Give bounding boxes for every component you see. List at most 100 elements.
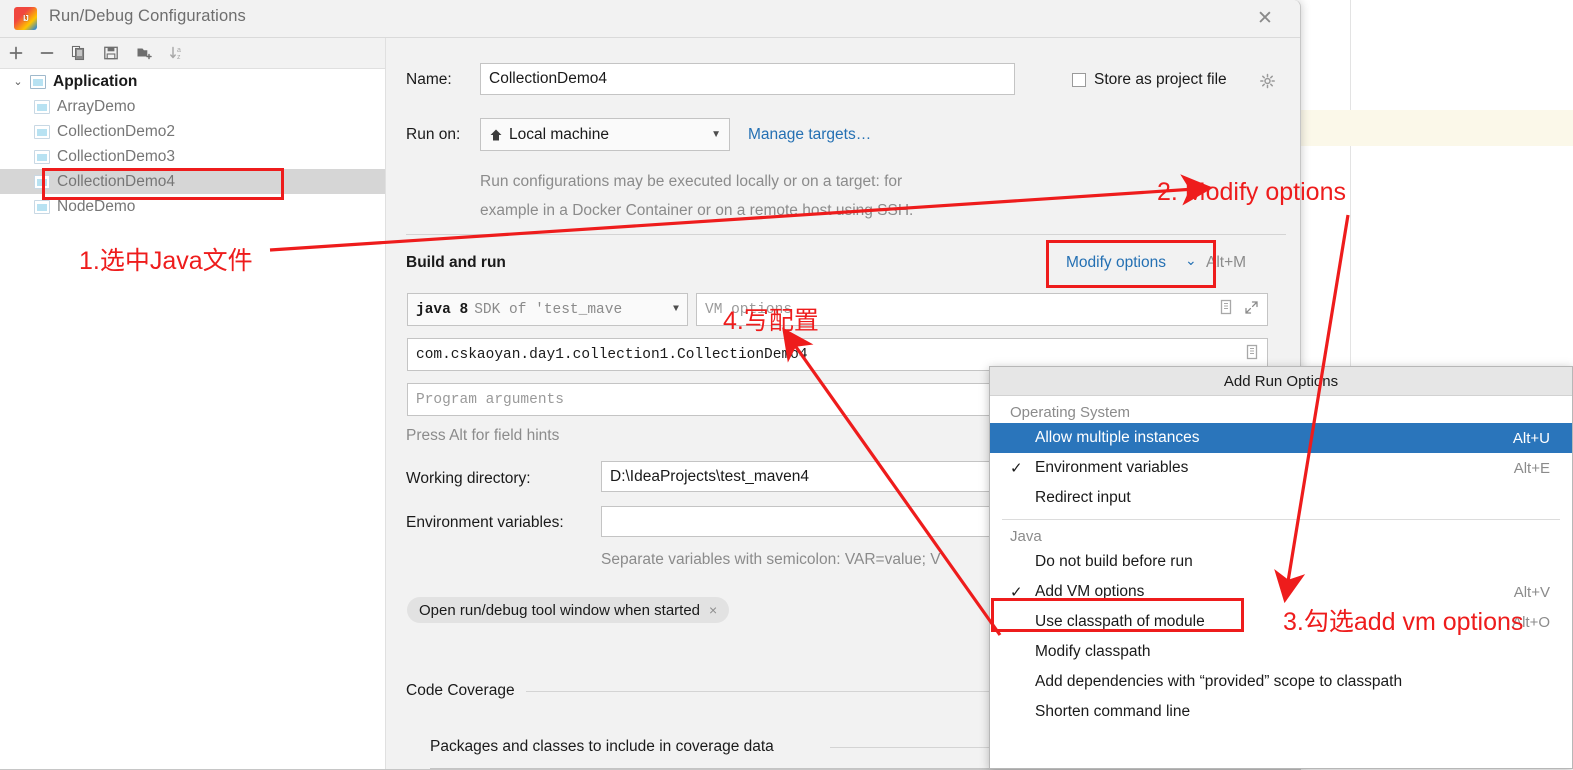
- menu-item-label: Do not build before run: [1035, 553, 1193, 570]
- environment-variables-hint: Separate variables with semicolon: VAR=v…: [601, 551, 941, 568]
- environment-variables-label: Environment variables:: [406, 514, 564, 531]
- modify-options-link[interactable]: Modify options: [1066, 254, 1166, 272]
- tree-item-label: NodeDemo: [57, 197, 136, 215]
- run-config-icon: [34, 99, 50, 114]
- application-icon: [30, 74, 46, 89]
- menu-item-environment-variables[interactable]: ✓ Environment variables Alt+E: [990, 453, 1572, 483]
- add-configuration-button[interactable]: [2, 38, 30, 68]
- menu-item-label: Modify classpath: [1035, 643, 1151, 660]
- menu-item-shorten-command-line[interactable]: Shorten command line: [990, 697, 1572, 727]
- code-coverage-header: Code Coverage: [406, 682, 515, 699]
- chevron-down-icon[interactable]: ⌄: [1185, 252, 1197, 269]
- menu-item-redirect-input[interactable]: Redirect input: [990, 483, 1572, 513]
- coverage-subheader: Packages and classes to include in cover…: [430, 738, 774, 755]
- jre-version: java 8: [416, 301, 469, 318]
- intellij-logo-icon: IJ: [14, 7, 37, 30]
- run-on-dropdown[interactable]: Local machine ▼: [480, 118, 730, 151]
- tree-group-application[interactable]: ⌄ Application: [0, 69, 385, 94]
- menu-item-add-vm-options[interactable]: ✓ Add VM options Alt+V: [990, 577, 1572, 607]
- run-config-icon: [34, 174, 50, 189]
- menu-item-modify-classpath[interactable]: Modify classpath: [990, 637, 1572, 667]
- svg-text:z: z: [177, 54, 181, 61]
- run-config-icon: [34, 199, 50, 214]
- chevron-down-icon[interactable]: ▼: [673, 304, 679, 315]
- intellij-logo-text: IJ: [23, 14, 29, 23]
- menu-item-label: Redirect input: [1035, 489, 1131, 506]
- save-configuration-button[interactable]: [97, 38, 125, 68]
- macro-icon[interactable]: [1245, 344, 1259, 365]
- program-arguments-placeholder: Program arguments: [416, 391, 564, 408]
- jre-dropdown[interactable]: java 8 SDK of 'test_mave ▼: [407, 293, 688, 326]
- configurations-tree[interactable]: ⌄ Application ArrayDemo CollectionDemo2 …: [0, 69, 385, 769]
- add-run-options-popup: Add Run Options Operating System Allow m…: [989, 366, 1573, 769]
- home-icon: [489, 128, 503, 142]
- dialog-title: Run/Debug Configurations: [49, 7, 246, 25]
- tree-item-arraydemo[interactable]: ArrayDemo: [0, 94, 385, 119]
- menu-item-allow-multiple-instances[interactable]: Allow multiple instances Alt+U: [990, 423, 1572, 453]
- check-icon: ✓: [1010, 460, 1023, 477]
- configurations-toolbar: a z: [0, 38, 385, 69]
- macro-icon[interactable]: [1219, 299, 1233, 320]
- build-and-run-header: Build and run: [406, 254, 506, 271]
- working-directory-label: Working directory:: [406, 470, 531, 487]
- popup-group-java: Java: [1010, 528, 1042, 545]
- tree-item-collectiondemo2[interactable]: CollectionDemo2: [0, 119, 385, 144]
- sort-alpha-icon[interactable]: a z: [163, 38, 191, 68]
- manage-targets-link[interactable]: Manage targets…: [748, 126, 871, 144]
- configurations-panel: a z ⌄ Application ArrayDemo CollectionDe…: [0, 38, 385, 769]
- name-label: Name:: [406, 71, 452, 88]
- menu-item-label: Allow multiple instances: [1035, 429, 1200, 446]
- popup-title: Add Run Options: [990, 367, 1572, 396]
- menu-item-shortcut: Alt+U: [1512, 429, 1550, 447]
- tree-item-collectiondemo4[interactable]: CollectionDemo4: [0, 169, 385, 194]
- field-hints-text: Press Alt for field hints: [406, 427, 560, 444]
- store-as-project-file-label: Store as project file: [1094, 71, 1227, 88]
- dialog-title-bar: IJ Run/Debug Configurations ✕: [0, 0, 1300, 38]
- menu-item-shortcut: Alt+O: [1512, 613, 1550, 631]
- expand-icon[interactable]: [1244, 300, 1259, 320]
- tree-group-label: Application: [53, 72, 138, 90]
- tree-item-label: CollectionDemo4: [57, 172, 176, 190]
- vm-options-placeholder: VM options: [705, 301, 793, 318]
- tree-item-nodedemo[interactable]: NodeDemo: [0, 194, 385, 219]
- menu-item-shortcut: Alt+V: [1513, 583, 1550, 601]
- tree-item-label: CollectionDemo3: [57, 147, 176, 165]
- tree-item-collectiondemo3[interactable]: CollectionDemo3: [0, 144, 385, 169]
- menu-item-do-not-build-before-run[interactable]: Do not build before run: [990, 547, 1572, 577]
- chevron-down-icon[interactable]: ⌄: [6, 75, 30, 88]
- remove-configuration-button[interactable]: [33, 38, 61, 68]
- open-tool-window-chip[interactable]: Open run/debug tool window when started …: [407, 597, 730, 623]
- run-on-hint-line2: example in a Docker Container or on a re…: [480, 202, 914, 219]
- run-on-label: Run on:: [406, 126, 461, 143]
- popup-group-operating-system: Operating System: [1010, 404, 1131, 421]
- new-folder-icon[interactable]: [130, 38, 158, 68]
- run-config-icon: [34, 149, 50, 164]
- vm-options-input[interactable]: VM options: [696, 293, 1268, 326]
- name-input[interactable]: CollectionDemo4: [480, 63, 1015, 95]
- store-as-project-file-checkbox[interactable]: [1072, 73, 1086, 87]
- menu-item-add-provided-dependencies[interactable]: Add dependencies with “provided” scope t…: [990, 667, 1572, 697]
- jre-description: SDK of 'test_mave: [474, 301, 623, 318]
- menu-item-label: Add dependencies with “provided” scope t…: [1035, 673, 1403, 690]
- open-tool-window-chip-label: Open run/debug tool window when started: [419, 601, 701, 619]
- modify-options-shortcut: Alt+M: [1206, 254, 1247, 271]
- gear-icon[interactable]: [1259, 73, 1276, 95]
- close-icon[interactable]: ×: [709, 602, 717, 618]
- section-divider: [406, 234, 1286, 235]
- backdrop-highlight-band: [1290, 110, 1573, 146]
- tree-item-label: ArrayDemo: [57, 97, 136, 115]
- chevron-down-icon[interactable]: ▼: [711, 129, 721, 140]
- copy-configuration-button[interactable]: [64, 38, 92, 68]
- tree-item-label: CollectionDemo2: [57, 122, 176, 140]
- close-icon[interactable]: ✕: [1252, 8, 1278, 30]
- check-icon: ✓: [1010, 584, 1023, 601]
- run-on-value: Local machine: [509, 125, 609, 143]
- menu-item-label: Use classpath of module: [1035, 613, 1205, 630]
- menu-item-label: Shorten command line: [1035, 703, 1191, 720]
- menu-item-label: Add VM options: [1035, 583, 1145, 600]
- svg-text:a: a: [177, 47, 181, 54]
- menu-item-use-classpath-of-module[interactable]: Use classpath of module Alt+O: [990, 607, 1572, 637]
- menu-item-label: Environment variables: [1035, 459, 1189, 476]
- run-on-hint-line1: Run configurations may be executed local…: [480, 173, 903, 190]
- menu-item-shortcut: Alt+E: [1513, 459, 1550, 477]
